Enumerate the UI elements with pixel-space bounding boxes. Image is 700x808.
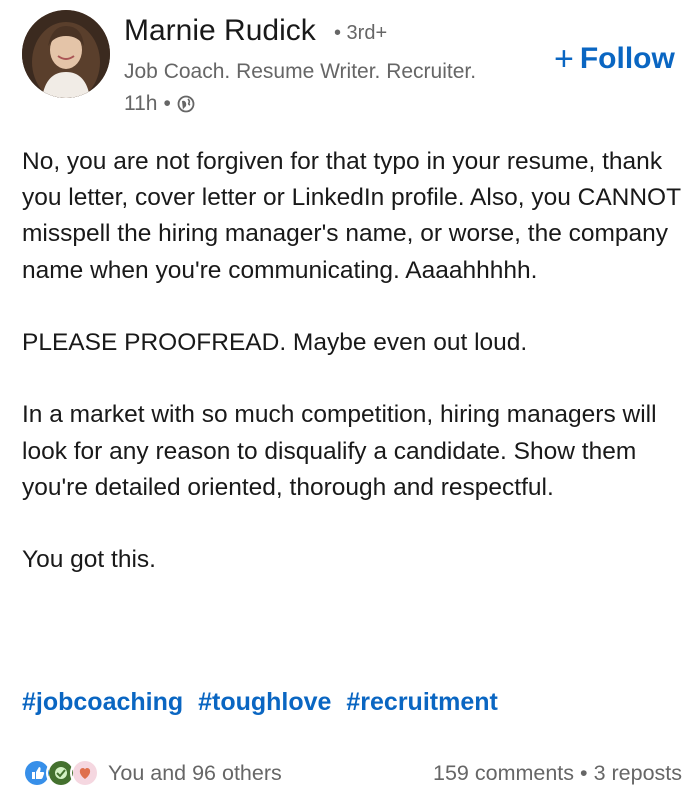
post-paragraph: No, you are not forgiven for that typo i… — [22, 148, 681, 284]
love-icon — [70, 758, 100, 788]
hashtag-link[interactable]: #toughlove — [198, 688, 331, 716]
engagement-counts: 159 comments • 3 reposts — [433, 761, 682, 786]
hashtag-link[interactable]: #recruitment — [346, 688, 497, 716]
hashtag-link[interactable]: #jobcoaching — [22, 688, 183, 716]
post-body: No, you are not forgiven for that typo i… — [22, 144, 686, 578]
follow-button[interactable]: + Follow — [554, 42, 675, 76]
post-timestamp: 11h — [124, 92, 158, 115]
hashtags: #jobcoaching #toughlove #recruitment — [22, 688, 506, 717]
author-headline: Job Coach. Resume Writer. Recruiter. — [124, 60, 477, 83]
meta-separator: • — [163, 92, 171, 115]
reactions-summary[interactable]: You and 96 others — [22, 758, 282, 788]
counts-separator: • — [580, 760, 588, 785]
plus-icon: + — [554, 40, 574, 78]
reactions-label: You and 96 others — [108, 760, 282, 785]
follow-label: Follow — [579, 42, 675, 75]
reaction-icons — [22, 758, 100, 788]
post-meta: 11h • — [124, 92, 195, 116]
social-counts-bar: You and 96 others 159 comments • 3 repos… — [22, 756, 682, 790]
post-paragraph: PLEASE PROOFREAD. Maybe even out loud. — [22, 329, 528, 356]
feed-post: Marnie Rudick • 3rd+ Job Coach. Resume W… — [0, 0, 700, 808]
avatar-photo — [22, 10, 110, 98]
globe-icon — [177, 95, 195, 113]
author-avatar[interactable] — [22, 10, 110, 98]
comments-count[interactable]: 159 comments — [433, 761, 574, 786]
post-paragraph: You got this. — [22, 546, 156, 574]
author-name[interactable]: Marnie Rudick — [124, 14, 316, 48]
post-paragraph: In a market with so much competition, hi… — [22, 401, 657, 501]
connection-degree: • 3rd+ — [334, 22, 388, 44]
reposts-count[interactable]: 3 reposts — [594, 761, 682, 786]
